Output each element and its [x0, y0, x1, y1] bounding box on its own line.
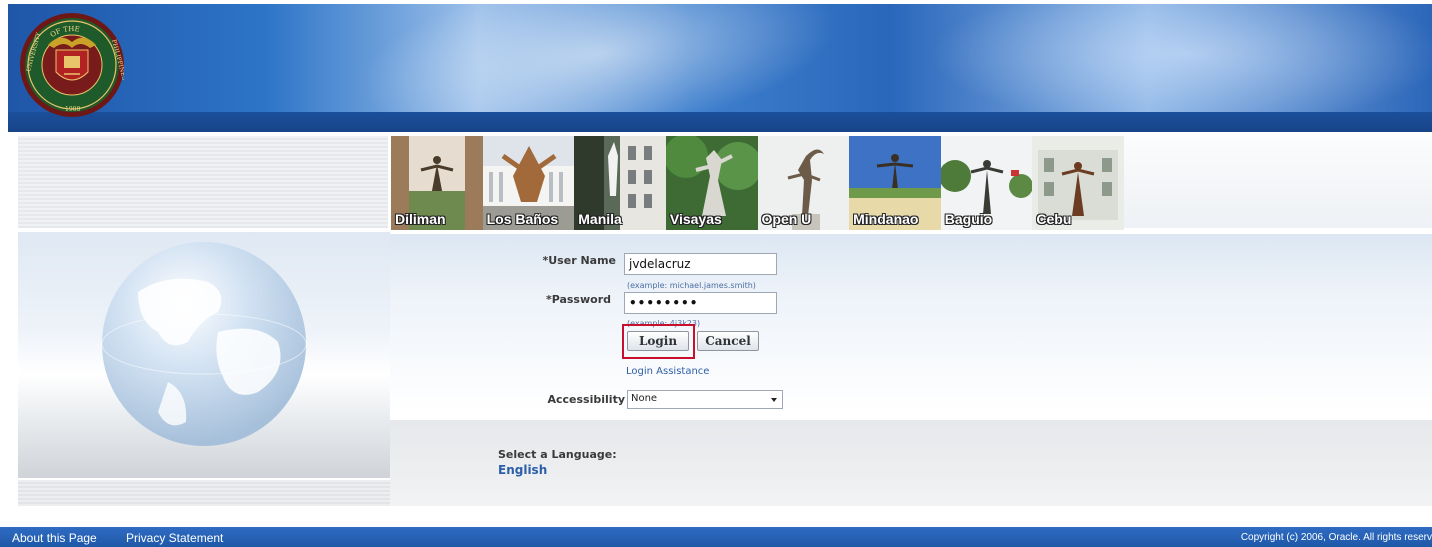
accessibility-label: Accessibility — [547, 393, 626, 406]
decorative-panel — [1124, 136, 1432, 228]
campus-label-open-u: Open U — [761, 211, 812, 227]
campus-label-manila: Manila — [578, 211, 622, 227]
campus-photo-strip: Diliman Los Baños Manila Visayas Open U … — [391, 136, 1124, 230]
campus-label-visayas: Visayas — [669, 211, 722, 227]
header-banner — [8, 4, 1432, 132]
campus-label-baguio: Baguio — [944, 211, 993, 227]
globe-icon — [101, 242, 307, 446]
password-input[interactable]: •••••••• — [624, 292, 777, 314]
copyright-text: Copyright (c) 2006, Oracle. All rights r… — [1240, 532, 1432, 543]
banner-band — [8, 112, 1432, 132]
campus-label-mindanao: Mindanao — [853, 211, 919, 227]
accessibility-value: None — [631, 393, 658, 404]
campus-tile-diliman: Diliman — [391, 136, 483, 230]
language-link-english[interactable]: English — [498, 463, 547, 477]
campus-tile-los-banos: Los Baños — [482, 136, 575, 230]
campus-tile-manila: Manila — [574, 136, 666, 230]
username-label: *User Name — [542, 254, 617, 267]
password-label: *Password — [545, 293, 611, 306]
campus-tile-mindanao: Mindanao — [849, 136, 941, 230]
campus-label-diliman: Diliman — [395, 211, 446, 227]
cancel-button[interactable]: Cancel — [697, 331, 759, 351]
login-assistance-link[interactable]: Login Assistance — [626, 366, 709, 377]
decorative-stripes — [18, 136, 388, 228]
svg-text:1908: 1908 — [65, 106, 80, 113]
username-input[interactable]: jvdelacruz — [624, 253, 777, 275]
accessibility-select[interactable]: None — [627, 390, 783, 409]
university-seal-logo: OF THE UNIVERSITY PHILIPPINES 1908 — [20, 13, 124, 117]
campus-label-cebu: Cebu — [1036, 211, 1072, 227]
campus-tile-cebu: Cebu — [1032, 136, 1124, 230]
language-label: Select a Language: — [498, 448, 617, 461]
campus-tile-baguio: Baguio — [940, 136, 1033, 230]
campus-tile-open-u: Open U — [757, 136, 850, 230]
campus-tile-visayas: Visayas — [665, 136, 758, 230]
privacy-statement-link[interactable]: Privacy Statement — [126, 531, 223, 545]
login-button[interactable]: Login — [627, 331, 689, 351]
chevron-down-icon — [771, 398, 777, 402]
username-hint: (example: michael.james.smith) — [627, 281, 756, 290]
about-page-link[interactable]: About this Page — [12, 531, 97, 545]
footer-bar: About this Page Privacy Statement Copyri… — [0, 527, 1432, 547]
globe-panel — [18, 232, 390, 478]
decorative-stripes — [18, 480, 390, 506]
campus-label-los-banos: Los Baños — [486, 211, 559, 227]
